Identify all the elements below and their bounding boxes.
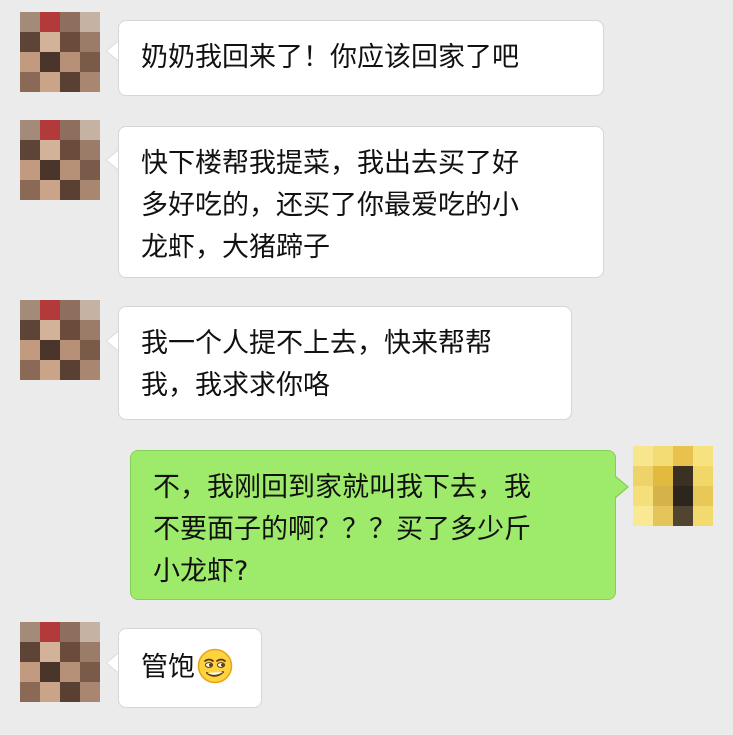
message-text: 奶奶我回来了！你应该回家了吧: [141, 42, 519, 73]
message-content: 管饱: [141, 647, 241, 689]
contact-avatar[interactable]: [20, 12, 100, 92]
message-text-line: 快下楼帮我提菜，我出去买了好: [141, 148, 519, 179]
contact-avatar[interactable]: [20, 622, 100, 702]
message-text: 管饱: [141, 652, 195, 683]
smirk-face-emoji-icon: [197, 648, 233, 684]
message-text-line: 龙虾，大猪蹄子: [141, 232, 330, 263]
message-text-line: 小龙虾?: [153, 556, 249, 587]
message-text-line: 多好吃的，还买了你最爱吃的小: [141, 190, 519, 221]
incoming-message-bubble[interactable]: 奶奶我回来了！你应该回家了吧: [118, 20, 604, 96]
incoming-message-bubble[interactable]: 快下楼帮我提菜，我出去买了好 多好吃的，还买了你最爱吃的小 龙虾，大猪蹄子: [118, 126, 604, 278]
message-text-line: 不要面子的啊？？？买了多少斤: [153, 514, 531, 545]
contact-avatar[interactable]: [20, 300, 100, 380]
my-avatar[interactable]: [633, 446, 713, 526]
outgoing-message-bubble[interactable]: 不，我刚回到家就叫我下去，我 不要面子的啊？？？买了多少斤 小龙虾?: [130, 450, 616, 600]
message-text-line: 我一个人提不上去，快来帮帮: [141, 328, 492, 359]
contact-avatar[interactable]: [20, 120, 100, 200]
message-text-line: 不，我刚回到家就叫我下去，我: [153, 472, 531, 503]
incoming-message-bubble[interactable]: 我一个人提不上去，快来帮帮 我，我求求你咯: [118, 306, 572, 420]
incoming-message-bubble[interactable]: 管饱: [118, 628, 262, 708]
message-text-line: 我，我求求你咯: [141, 370, 330, 401]
